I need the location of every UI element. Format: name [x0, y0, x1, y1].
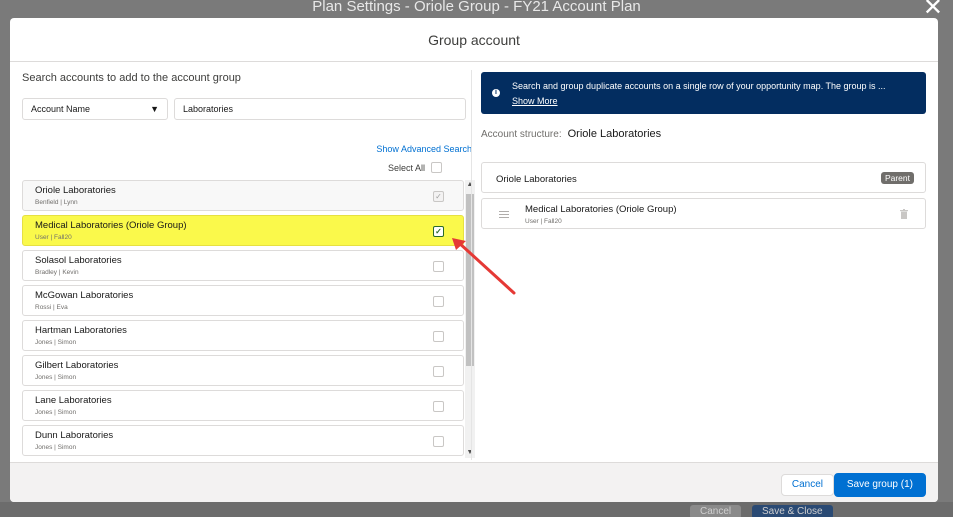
select-all-checkbox[interactable] [431, 162, 442, 173]
search-row: Account Name ▼ [22, 98, 466, 120]
banner-message: Search and group duplicate accounts on a… [512, 81, 886, 91]
account-checkbox[interactable] [433, 261, 444, 272]
scrollbar-thumb[interactable] [466, 194, 474, 366]
account-structure-label: Account structure: [481, 129, 562, 140]
show-advanced-search-link[interactable]: Show Advanced Search [376, 144, 472, 154]
caret-down-icon: ▼ [150, 104, 159, 114]
field-select[interactable]: Account Name ▼ [22, 98, 168, 120]
select-all[interactable]: Select All [388, 162, 442, 173]
account-owner: Rossi | Eva [35, 304, 68, 311]
show-more-link[interactable]: Show More [512, 96, 558, 106]
parent-account-card: Oriole Laboratories Parent [481, 162, 926, 193]
child-account-card[interactable]: Medical Laboratories (Oriole Group) User… [481, 198, 926, 229]
list-item[interactable]: McGowan Laboratories Rossi | Eva [22, 285, 464, 316]
child-account-name: Medical Laboratories (Oriole Group) [525, 204, 677, 215]
list-item[interactable]: Dunn Laboratories Jones | Simon [22, 425, 464, 456]
drag-handle-icon[interactable] [499, 211, 509, 218]
account-checkbox[interactable] [433, 366, 444, 377]
search-input[interactable] [174, 98, 466, 120]
cancel-button[interactable]: Cancel [780, 474, 834, 496]
account-name: Dunn Laboratories [35, 430, 114, 441]
account-checkbox[interactable] [433, 296, 444, 307]
account-structure: Account structure: Oriole Laboratories [481, 128, 661, 140]
account-checkbox[interactable] [433, 401, 444, 412]
backdrop-page-title: Plan Settings - Oriole Group - FY21 Acco… [312, 0, 641, 15]
backdrop-cancel-button: Cancel [690, 505, 742, 517]
select-all-label: Select All [387, 162, 425, 173]
search-panel: Search accounts to add to the account gr… [22, 70, 475, 458]
modal-footer: Cancel Save group (1) [10, 462, 938, 502]
trash-icon[interactable] [900, 209, 908, 219]
account-owner: Jones | Simon [35, 339, 77, 346]
list-scrollbar[interactable]: ▲ ▼ [465, 180, 475, 458]
account-name: Solasol Laboratories [35, 255, 122, 266]
group-account-modal: Group account Search accounts to add to … [10, 18, 938, 502]
list-item[interactable]: Lane Laboratories Jones | Simon [22, 390, 464, 421]
panel-divider [471, 70, 472, 460]
account-checkbox: ✓ [433, 191, 444, 202]
account-name: Gilbert Laboratories [35, 360, 119, 371]
account-owner: Jones | Simon [35, 374, 77, 381]
list-item[interactable]: Hartman Laboratories Jones | Simon [22, 320, 464, 351]
account-owner: Benfield | Lynn [35, 199, 78, 206]
account-name: Lane Laboratories [35, 395, 112, 406]
account-owner: Bradley | Kevin [35, 269, 79, 276]
save-group-button[interactable]: Save group (1) [833, 473, 926, 497]
account-owner: Jones | Simon [35, 409, 77, 416]
list-item[interactable]: Oriole Laboratories Benfield | Lynn ✓ [22, 180, 464, 211]
scroll-down-icon[interactable]: ▼ [465, 448, 475, 458]
list-item[interactable]: Medical Laboratories (Oriole Group) User… [22, 215, 464, 246]
account-checkbox[interactable] [433, 331, 444, 342]
account-structure-name: Oriole Laboratories [567, 128, 662, 140]
account-owner: User | Fall20 [35, 234, 72, 241]
scroll-up-icon[interactable]: ▲ [465, 180, 475, 190]
info-icon: i [492, 89, 500, 97]
account-name: Oriole Laboratories [35, 185, 116, 196]
modal-title: Group account [428, 31, 520, 48]
backdrop-save-close-button: Save & Close [752, 505, 833, 517]
list-item[interactable]: Gilbert Laboratories Jones | Simon [22, 355, 464, 386]
account-checkbox[interactable] [433, 436, 444, 447]
account-list: Oriole Laboratories Benfield | Lynn ✓ Me… [22, 180, 464, 458]
search-panel-title: Search accounts to add to the account gr… [22, 72, 241, 84]
info-banner: i Search and group duplicate accounts on… [481, 72, 926, 114]
close-icon[interactable]: ✕ [923, 0, 943, 20]
field-select-value: Account Name [31, 104, 91, 114]
parent-account-name: Oriole Laboratories [496, 174, 577, 185]
parent-badge: Parent [880, 172, 914, 184]
child-account-owner: User | Fall20 [525, 218, 562, 225]
account-name: Hartman Laboratories [35, 325, 127, 336]
account-name: McGowan Laboratories [35, 290, 134, 301]
account-name: Medical Laboratories (Oriole Group) [35, 220, 187, 231]
list-item[interactable]: Solasol Laboratories Bradley | Kevin [22, 250, 464, 281]
account-checkbox[interactable]: ✓ [433, 226, 444, 237]
modal-header: Group account [10, 18, 938, 62]
account-owner: Jones | Simon [35, 444, 77, 451]
